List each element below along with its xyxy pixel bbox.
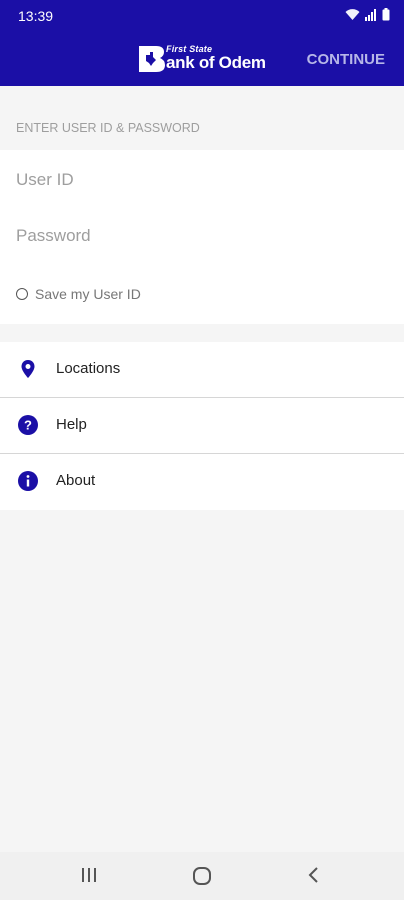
menu-item-label: About	[56, 472, 96, 489]
user-id-field[interactable]	[16, 160, 386, 200]
menu-item-label: Help	[56, 416, 87, 433]
menu-item-locations[interactable]: Locations	[0, 342, 404, 397]
save-user-id-checkbox[interactable]: Save my User ID	[16, 286, 141, 302]
svg-text:?: ?	[24, 418, 32, 433]
help-icon: ?	[18, 415, 38, 435]
menu-item-label: Locations	[56, 360, 121, 377]
login-section-header: ENTER USER ID & PASSWORD	[0, 86, 404, 150]
signal-icon	[365, 8, 376, 21]
home-icon[interactable]	[192, 866, 212, 886]
info-icon	[18, 471, 38, 491]
logo-line2: ank of Odem	[166, 53, 266, 72]
location-pin-icon	[21, 360, 35, 378]
wifi-icon	[345, 9, 360, 20]
battery-icon	[382, 8, 390, 21]
status-time: 13:39	[18, 8, 54, 24]
system-nav-bar	[0, 852, 404, 900]
menu-item-help[interactable]: ? Help	[0, 398, 404, 453]
recents-icon[interactable]	[80, 866, 98, 884]
status-icons	[345, 8, 390, 21]
bank-logo: First State ank of Odem	[137, 44, 266, 74]
menu-card: Locations ? Help About	[0, 342, 404, 510]
login-section-title: ENTER USER ID & PASSWORD	[16, 121, 200, 135]
menu-item-about[interactable]: About	[0, 454, 404, 509]
back-icon[interactable]	[306, 866, 322, 884]
status-bar: 13:39	[0, 0, 404, 32]
login-card: Save my User ID	[0, 150, 404, 324]
save-user-id-label: Save my User ID	[35, 286, 141, 302]
continue-button[interactable]: CONTINUE	[307, 51, 385, 68]
app-bar: First State ank of Odem CONTINUE	[0, 32, 404, 86]
password-field[interactable]	[16, 216, 386, 256]
texas-b-logo-icon	[139, 46, 165, 72]
radio-circle-icon[interactable]	[16, 288, 28, 300]
